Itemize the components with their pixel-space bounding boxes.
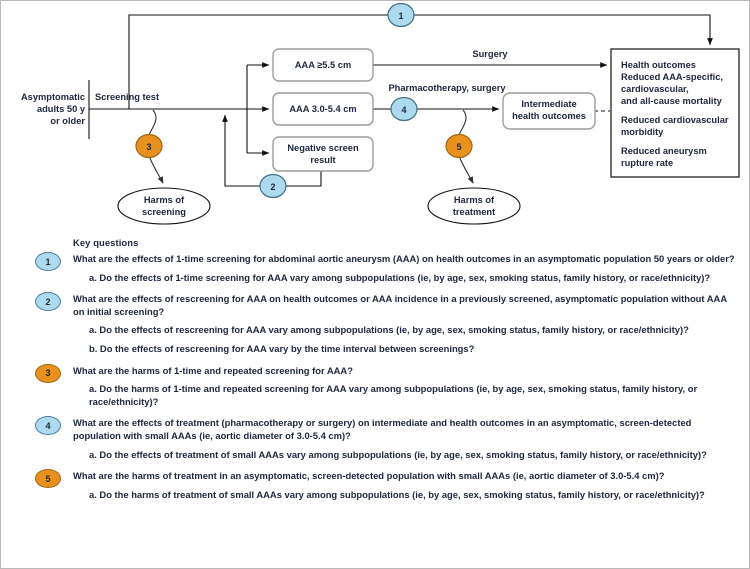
diagram-badge-3: 3 <box>135 133 163 159</box>
box-health-outcomes: Health outcomes Reduced AAA-specific, ca… <box>610 48 740 178</box>
population-label-line3: or older <box>50 116 85 126</box>
health-outcomes-g1-l2: cardiovascular, <box>621 84 689 94</box>
health-outcomes-g1-l3: and all-cause mortality <box>621 96 723 106</box>
box-intermediate-line1: Intermediate <box>521 99 576 109</box>
diagram-badge-3-label: 3 <box>146 142 151 152</box>
key-question-badge-3: 3 <box>35 363 61 383</box>
key-question-subitem: a. Do the effects of treatment of small … <box>89 448 707 460</box>
key-question-subitem: a. Do the effects of rescreening for AAA… <box>89 324 689 336</box>
diagram-badge-1-label: 1 <box>398 11 403 21</box>
box-intermediate-line2: health outcomes <box>512 111 586 121</box>
harms-treatment-line1: Harms of <box>454 195 495 205</box>
key-question-item: 3 What are the harms of 1-time and repeat… <box>27 363 737 409</box>
analytic-framework-diagram: AAA ≥5.5 cm AAA 3.0-5.4 cm Negative scre… <box>1 1 750 233</box>
box-aaa-small-label: AAA 3.0-5.4 cm <box>289 104 356 114</box>
key-question-text: What are the effects of rescreening for … <box>73 293 727 317</box>
key-question-item: 4 What are the effects of treatment (phar… <box>27 416 737 461</box>
health-outcomes-g2-l1: Reduced cardiovascular <box>621 115 729 125</box>
key-question-badge-2: 2 <box>35 292 61 312</box>
diagram-badge-1: 1 <box>387 2 415 28</box>
ellipse-harms-screening: Harms of screening <box>117 187 211 225</box>
diagram-badge-2-label: 2 <box>270 182 275 192</box>
key-questions-list: 1 What are the effects of 1-time screenin… <box>27 252 737 501</box>
box-negative-screen-line1: Negative screen <box>287 143 359 153</box>
key-question-badge-1: 1 <box>35 252 61 271</box>
harms-screening-line2: screening <box>142 207 186 217</box>
pharmacotherapy-edge-label: Pharmacotherapy, surgery <box>388 83 506 93</box>
ellipse-harms-treatment: Harms of treatment <box>427 187 521 225</box>
population-label-line2: adults 50 y <box>37 104 86 114</box>
health-outcomes-g2-l2: morbidity <box>621 127 664 137</box>
box-negative-screen-line2: result <box>310 155 335 165</box>
harms-treatment-line2: treatment <box>453 207 495 217</box>
key-question-badge-4: 4 <box>35 416 61 436</box>
diagram-badge-5: 5 <box>445 133 473 159</box>
surgery-edge-label: Surgery <box>472 49 508 59</box>
diagram-badge-2: 2 <box>259 173 287 199</box>
harms-screening-line1: Harms of <box>144 195 185 205</box>
key-questions-section: Key questions 1 What are the effects of 1… <box>1 237 750 510</box>
key-question-subitem: a. Do the effects of 1-time screening fo… <box>89 271 711 283</box>
key-question-text: What are the effects of 1-time screening… <box>73 253 735 264</box>
analytic-framework-page: AAA ≥5.5 cm AAA 3.0-5.4 cm Negative scre… <box>0 0 750 569</box>
key-questions-header: Key questions <box>73 237 139 248</box>
population-label-line1: Asymptomatic <box>21 92 85 102</box>
health-outcomes-g3-l1: Reduced aneurysm <box>621 146 707 156</box>
key-question-text: What are the effects of treatment (pharm… <box>73 417 692 441</box>
key-question-text: What are the harms of 1-time and repeate… <box>73 364 353 376</box>
key-question-subitem: a. Do the harms of treatment of small AA… <box>89 488 705 500</box>
box-aaa-large: AAA ≥5.5 cm <box>272 48 374 82</box>
key-question-text: What are the harms of treatment in an as… <box>73 470 665 482</box>
diagram-badge-4: 4 <box>390 96 418 122</box>
key-question-subitem: a. Do the harms of 1-time and repeated s… <box>89 383 698 407</box>
health-outcomes-g3-l2: rupture rate <box>621 158 673 168</box>
box-negative-screen: Negative screen result <box>272 136 374 172</box>
health-outcomes-g1-l1: Reduced AAA-specific, <box>621 72 723 82</box>
key-question-subitem: b. Do the effects of rescreening for AAA… <box>89 342 475 354</box>
branch-connector <box>246 62 270 156</box>
diagram-badge-5-label: 5 <box>456 142 461 152</box>
box-aaa-large-label: AAA ≥5.5 cm <box>295 60 351 70</box>
key-question-item: 1 What are the effects of 1-time screenin… <box>27 252 737 284</box>
box-aaa-small: AAA 3.0-5.4 cm <box>272 92 374 126</box>
box-intermediate-outcomes: Intermediate health outcomes <box>502 92 596 130</box>
screening-test-label: Screening test <box>95 92 159 102</box>
health-outcomes-title: Health outcomes <box>621 60 696 70</box>
key-question-item: 2 What are the effects of rescreening for… <box>27 292 737 355</box>
key-question-badge-5: 5 <box>35 469 61 489</box>
diagram-badge-4-label: 4 <box>401 105 406 115</box>
population-label: Asymptomatic adults 50 y or older <box>21 92 86 126</box>
key-question-item: 5 What are the harms of treatment in an a… <box>27 469 737 501</box>
